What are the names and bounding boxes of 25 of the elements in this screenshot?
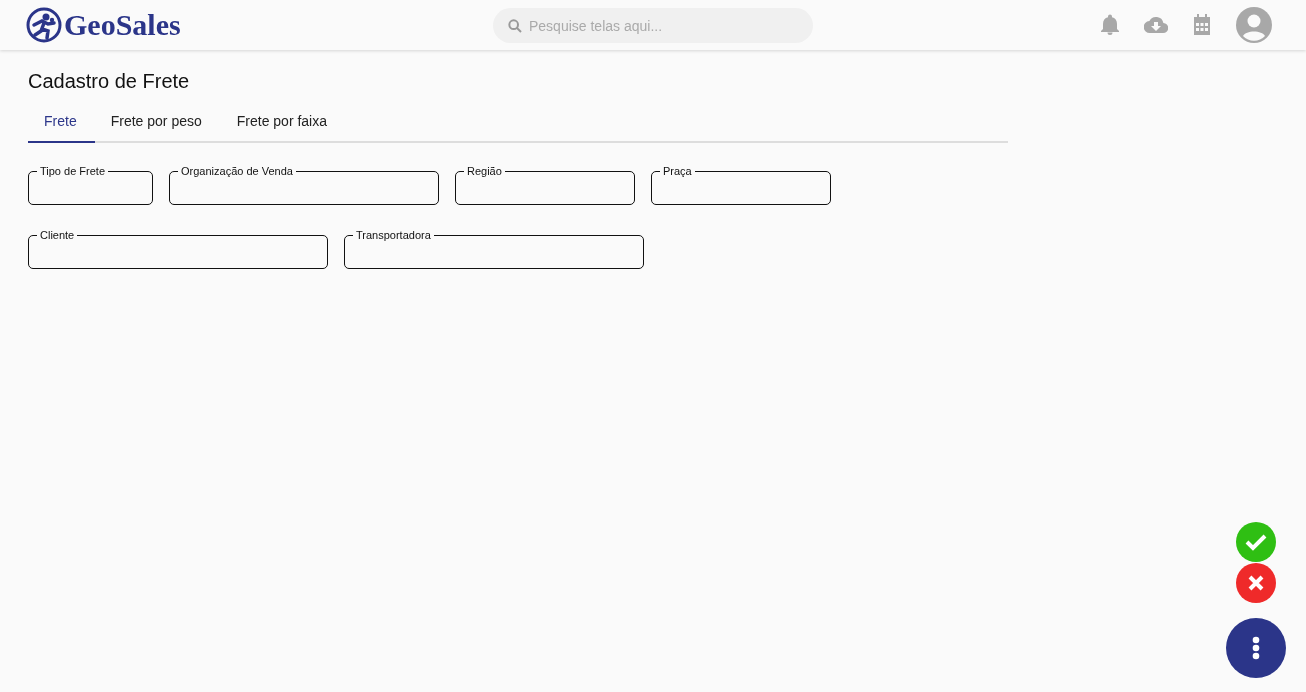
input-field[interactable]: Organização de Venda <box>169 165 439 205</box>
tab[interactable]: Frete <box>28 113 95 143</box>
input-field[interactable]: Cliente <box>28 229 328 269</box>
tab[interactable]: Frete por faixa <box>220 113 346 143</box>
search-field[interactable]: Pesquise telas aqui... <box>493 8 813 43</box>
avatar-icon[interactable] <box>1236 7 1272 43</box>
input-field[interactable]: Região <box>455 165 635 205</box>
input-field[interactable]: Transportadora <box>344 229 644 269</box>
confirm-button[interactable] <box>1236 522 1276 562</box>
tab[interactable]: Frete por peso <box>94 113 221 143</box>
field-label: Praça <box>662 165 693 177</box>
input-field[interactable]: Tipo de Frete <box>28 165 153 205</box>
input-field[interactable]: Praça <box>651 165 831 205</box>
cancel-button[interactable] <box>1236 563 1276 603</box>
field-label: Organização de Venda <box>180 165 294 177</box>
bell-icon[interactable] <box>1098 13 1122 37</box>
runner-logo-icon <box>26 7 62 43</box>
logo-text: GeoSales <box>64 8 181 42</box>
more-button[interactable] <box>1226 618 1286 678</box>
field-label: Transportadora <box>355 229 432 241</box>
search-icon <box>507 18 523 34</box>
field-label: Cliente <box>39 229 76 241</box>
page-title: Cadastro de Frete <box>28 70 191 93</box>
field-label: Tipo de Frete <box>39 165 106 177</box>
field-label: Região <box>466 165 503 177</box>
